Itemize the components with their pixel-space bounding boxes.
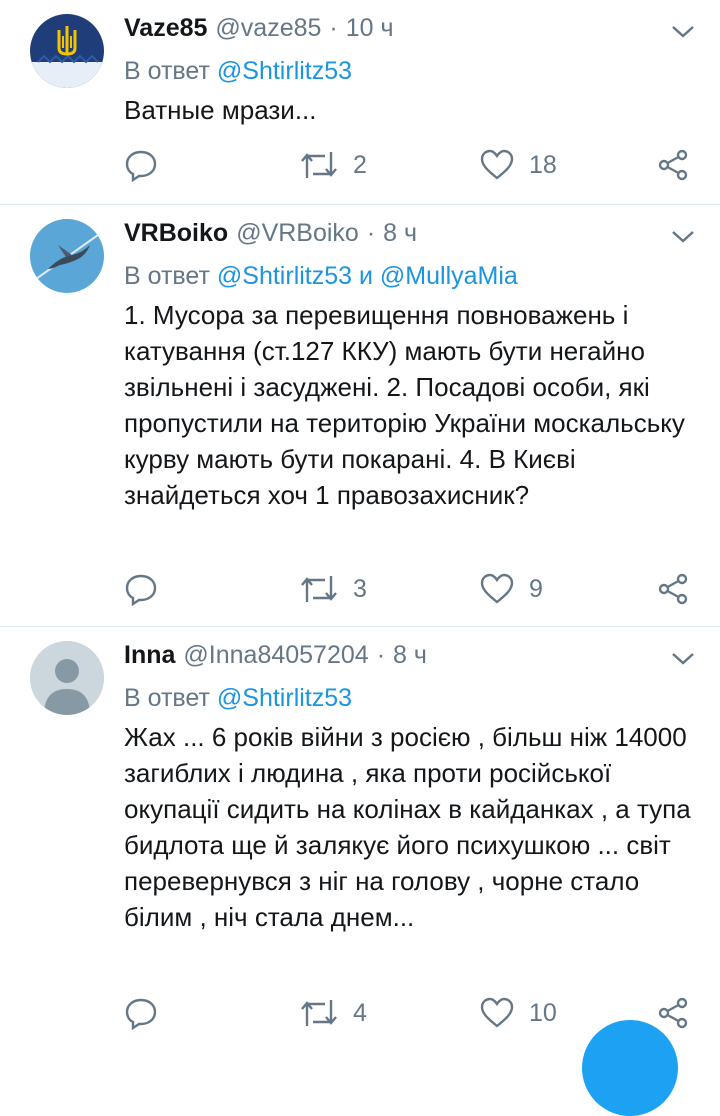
- separator-dot: ·: [329, 14, 338, 42]
- retweet-button[interactable]: 2: [299, 148, 367, 182]
- share-icon: [658, 997, 688, 1029]
- ukraine-trident-icon: [30, 14, 104, 88]
- user-handle[interactable]: @VRBoiko: [236, 219, 359, 248]
- reply-prefix: В ответ: [124, 262, 210, 290]
- retweet-button[interactable]: 4: [299, 996, 367, 1030]
- user-handle[interactable]: @vaze85: [215, 14, 321, 43]
- share-icon: [658, 573, 688, 605]
- avatar[interactable]: [30, 219, 104, 293]
- reply-button[interactable]: [124, 148, 158, 182]
- reply-prefix: В ответ: [124, 57, 210, 85]
- share-button[interactable]: [656, 148, 690, 182]
- reply-prefix: В ответ: [124, 684, 210, 712]
- reply-context: В ответ @Shtirlitz53 и @MullyaMia: [124, 261, 696, 291]
- tweet-2[interactable]: VRBoiko @VRBoiko · 8 ч В ответ @Shtirlit…: [0, 205, 720, 627]
- retweet-count: 2: [353, 150, 367, 179]
- bird-flying-icon: [30, 219, 104, 293]
- timestamp[interactable]: 8 ч: [383, 219, 417, 248]
- heart-icon: [480, 997, 514, 1028]
- retweet-count: 3: [353, 574, 367, 603]
- chevron-down-icon[interactable]: [670, 227, 696, 247]
- like-count: 9: [529, 574, 543, 603]
- timestamp[interactable]: 8 ч: [393, 641, 427, 670]
- tweet-3[interactable]: Inna @Inna84057204 · 8 ч В ответ @Shtirl…: [0, 627, 720, 1041]
- reply-context: В ответ @Shtirlitz53: [124, 683, 696, 713]
- compose-tweet-button[interactable]: [582, 1020, 678, 1116]
- reply-context: В ответ @Shtirlitz53: [124, 56, 696, 86]
- action-bar: 2 18: [124, 145, 690, 185]
- tweet-text: 1. Мусора за перевищення повноважень і к…: [124, 300, 685, 510]
- heart-icon: [480, 149, 514, 180]
- reply-to-link[interactable]: @Shtirlitz53 и @MullyaMia: [217, 262, 518, 290]
- heart-icon: [480, 573, 514, 604]
- reply-button[interactable]: [124, 996, 158, 1030]
- like-button[interactable]: 9: [479, 572, 543, 606]
- reply-icon: [125, 998, 157, 1030]
- retweet-icon: [301, 1000, 337, 1026]
- retweet-count: 4: [353, 998, 367, 1027]
- like-count: 18: [529, 150, 557, 179]
- retweet-button[interactable]: 3: [299, 572, 367, 606]
- retweet-icon: [301, 152, 337, 178]
- reply-icon: [125, 574, 157, 606]
- display-name[interactable]: VRBoiko: [124, 219, 228, 248]
- like-button[interactable]: 18: [479, 148, 557, 182]
- share-icon: [658, 149, 688, 181]
- reply-button[interactable]: [124, 572, 158, 606]
- avatar[interactable]: [30, 14, 104, 88]
- share-button[interactable]: [656, 996, 690, 1030]
- action-bar: 3 9: [124, 569, 690, 609]
- tweet-1[interactable]: Vaze85 @vaze85 · 10 ч В ответ @Shtirlitz…: [0, 0, 720, 205]
- display-name[interactable]: Inna: [124, 641, 175, 670]
- share-button[interactable]: [656, 572, 690, 606]
- tweet-text: Ватные мрази...: [124, 95, 317, 125]
- chevron-down-icon[interactable]: [670, 649, 696, 669]
- reply-to-link[interactable]: @Shtirlitz53: [217, 57, 352, 85]
- retweet-icon: [301, 576, 337, 602]
- timestamp[interactable]: 10 ч: [346, 14, 394, 43]
- default-user-icon: [30, 641, 104, 715]
- chevron-down-icon[interactable]: [670, 22, 696, 42]
- reply-to-link[interactable]: @Shtirlitz53: [217, 684, 352, 712]
- tweet-text: Жах ... 6 років війни з росією , більш н…: [124, 722, 691, 932]
- avatar[interactable]: [30, 641, 104, 715]
- user-handle[interactable]: @Inna84057204: [183, 641, 368, 670]
- separator-dot: ·: [366, 219, 376, 247]
- display-name[interactable]: Vaze85: [124, 14, 207, 43]
- like-button[interactable]: 10: [479, 996, 557, 1030]
- like-count: 10: [529, 998, 557, 1027]
- separator-dot: ·: [376, 641, 386, 669]
- reply-icon: [125, 150, 157, 182]
